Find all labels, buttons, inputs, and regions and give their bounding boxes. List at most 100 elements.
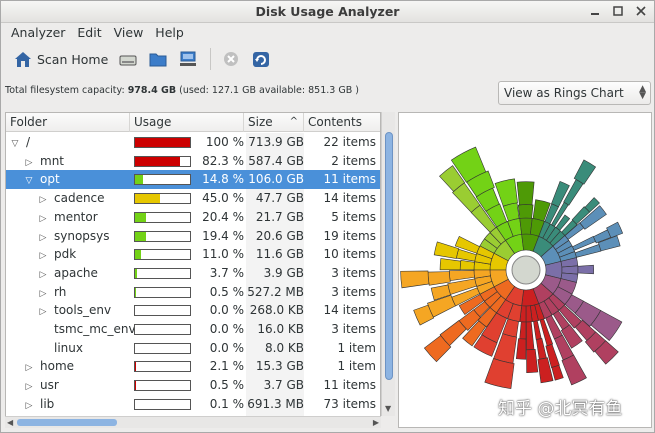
tree-row[interactable]: ▷ cadence 45.0 % 47.7 GB 14 items	[6, 189, 380, 208]
tree-row[interactable]: tsmc_mc_env 0.0 % 16.0 KB 3 items	[6, 320, 380, 339]
view-mode-value: View as Rings Chart	[504, 86, 624, 100]
usage-bar-track	[134, 286, 191, 298]
tree-row[interactable]: ▷ lib 0.1 % 691.3 MB 73 items	[6, 395, 380, 416]
tree-row[interactable]: ▽/ 100 % 713.9 GB 22 items	[6, 133, 380, 152]
ring-segment[interactable]	[484, 358, 515, 389]
menu-analyzer[interactable]: Analyzer	[5, 23, 71, 43]
horizontal-scroll-thumb[interactable]	[17, 419, 117, 426]
tree-row[interactable]: ▷ pdk 11.0 % 11.6 GB 10 items	[6, 245, 380, 264]
scroll-right-arrow-icon[interactable]: ▶	[373, 418, 379, 427]
row-contents: 2 items	[331, 153, 376, 168]
ring-segment[interactable]	[517, 204, 534, 219]
row-folder-name: usr	[40, 378, 59, 393]
tree-row[interactable]: ▷ mnt 82.3 % 587.4 GB 2 items	[6, 152, 380, 171]
ring-segment[interactable]	[449, 270, 475, 282]
usage-bar-fill	[135, 175, 144, 185]
ring-segment[interactable]	[427, 271, 451, 286]
row-folder-name: linux	[54, 340, 83, 355]
row-usage-bar	[134, 395, 194, 414]
refresh-icon	[253, 52, 270, 67]
usage-bar-track	[134, 342, 191, 354]
ring-segment[interactable]	[433, 241, 460, 259]
tree-row[interactable]: ▷ usr 0.5 % 3.7 GB 11 items	[6, 376, 380, 395]
menu-help[interactable]: Help	[149, 23, 190, 43]
column-usage[interactable]: Usage	[130, 113, 244, 132]
ring-segment[interactable]	[516, 181, 535, 206]
row-folder-name: home	[40, 359, 75, 374]
tree-row[interactable]: ▷ rh 0.5 % 527.2 MB 3 items	[6, 283, 380, 302]
row-usage-bar	[134, 208, 194, 227]
expander-closed-icon[interactable]: ▷	[24, 397, 34, 416]
tree-horizontal-scrollbar[interactable]: ◀ ▶	[5, 416, 381, 428]
column-contents[interactable]: Contents	[304, 113, 380, 132]
select-arrows-icon: ▲ ▼	[639, 84, 646, 101]
tree-row[interactable]: ▷ tools_env 0.0 % 268.0 KB 14 items	[6, 301, 380, 320]
ring-segment[interactable]	[551, 364, 564, 381]
tree-row[interactable]: ▽ opt 14.8 % 106.0 GB 11 items	[6, 170, 380, 190]
scan-home-label: Scan Home	[37, 51, 109, 67]
maximize-button[interactable]	[611, 4, 625, 18]
usage-bar-track	[134, 137, 191, 148]
scroll-down-arrow-icon[interactable]: ▼	[385, 404, 391, 413]
usage-bar-track	[134, 155, 191, 167]
tree-vertical-scrollbar[interactable]: ▼	[381, 112, 395, 416]
row-usage-bar	[134, 301, 194, 320]
ring-segment[interactable]	[526, 348, 539, 373]
scan-folder-button[interactable]	[144, 45, 172, 73]
tree-row[interactable]: ▷ apache 3.7 % 3.9 GB 3 items	[6, 264, 380, 283]
row-usage-bar	[134, 376, 194, 395]
row-folder-cell: ▷ tools_env	[6, 301, 131, 320]
tree-row[interactable]: ▷ mentor 20.4 % 21.7 GB 5 items	[6, 208, 380, 227]
row-size: 47.7 GB	[255, 191, 304, 206]
ring-segment[interactable]	[525, 321, 535, 351]
view-mode-select[interactable]: View as Rings Chart ▲ ▼	[498, 81, 651, 105]
ring-segment[interactable]	[515, 338, 527, 360]
menu-view[interactable]: View	[108, 23, 150, 43]
ring-segment[interactable]	[533, 320, 542, 340]
ring-segment[interactable]	[535, 338, 547, 360]
row-size: 11.6 GB	[255, 247, 304, 262]
scroll-left-arrow-icon[interactable]: ◀	[7, 418, 13, 427]
window-title: Disk Usage Analyzer	[255, 4, 400, 19]
row-usage-percent: 14.8 %	[202, 172, 244, 187]
ring-segment[interactable]	[400, 270, 430, 289]
usage-bar-fill	[135, 156, 181, 166]
row-usage-percent: 100 %	[205, 135, 244, 149]
row-contents: 5 items	[331, 209, 376, 224]
rings-chart[interactable]	[399, 113, 652, 428]
filesystem-info: Total filesystem capacity: 978.4 GB (use…	[5, 85, 359, 96]
refresh-button[interactable]	[247, 45, 275, 73]
ring-segment[interactable]	[439, 258, 462, 271]
ring-segment[interactable]	[561, 354, 587, 386]
ring-center[interactable]	[511, 255, 541, 285]
usage-bar-track	[134, 305, 191, 317]
usage-bar-fill	[135, 212, 147, 222]
row-size: 268.0 KB	[249, 303, 304, 318]
ring-segment[interactable]	[563, 179, 584, 206]
rings-chart-panel[interactable]	[398, 112, 652, 428]
watermark: 知乎 @北冥有鱼	[498, 399, 623, 419]
tree-row[interactable]: linux 0.0 % 8.0 KB 1 item	[6, 339, 380, 358]
ring-segment[interactable]	[577, 264, 594, 275]
scan-home-button[interactable]: Scan Home	[9, 45, 112, 73]
capacity-value: 978.4 GB	[127, 85, 177, 96]
minimize-button[interactable]	[588, 4, 602, 18]
ring-segment[interactable]	[519, 321, 527, 340]
row-usage-percent: 3.7 %	[209, 265, 244, 280]
scan-filesystem-button[interactable]	[114, 45, 142, 73]
stop-button[interactable]	[217, 45, 245, 73]
tree-row[interactable]: ▷ synopsys 19.4 % 20.6 GB 19 items	[6, 227, 380, 246]
tree-row[interactable]: ▷ home 2.1 % 15.3 GB 1 item	[6, 357, 380, 376]
scan-remote-button[interactable]	[174, 45, 202, 73]
close-icon	[636, 6, 646, 16]
ring-segment[interactable]	[459, 259, 475, 270]
folder-icon	[149, 53, 167, 67]
usage-bar-track	[134, 361, 191, 373]
column-size-label: Size	[248, 115, 273, 129]
column-size[interactable]: Size ^	[244, 113, 304, 132]
column-folder[interactable]: Folder	[6, 113, 130, 132]
menu-edit[interactable]: Edit	[71, 23, 107, 43]
vertical-scroll-thumb[interactable]	[385, 132, 393, 380]
close-button[interactable]	[634, 4, 648, 18]
row-folder-cell: ▷ apache	[6, 264, 131, 283]
